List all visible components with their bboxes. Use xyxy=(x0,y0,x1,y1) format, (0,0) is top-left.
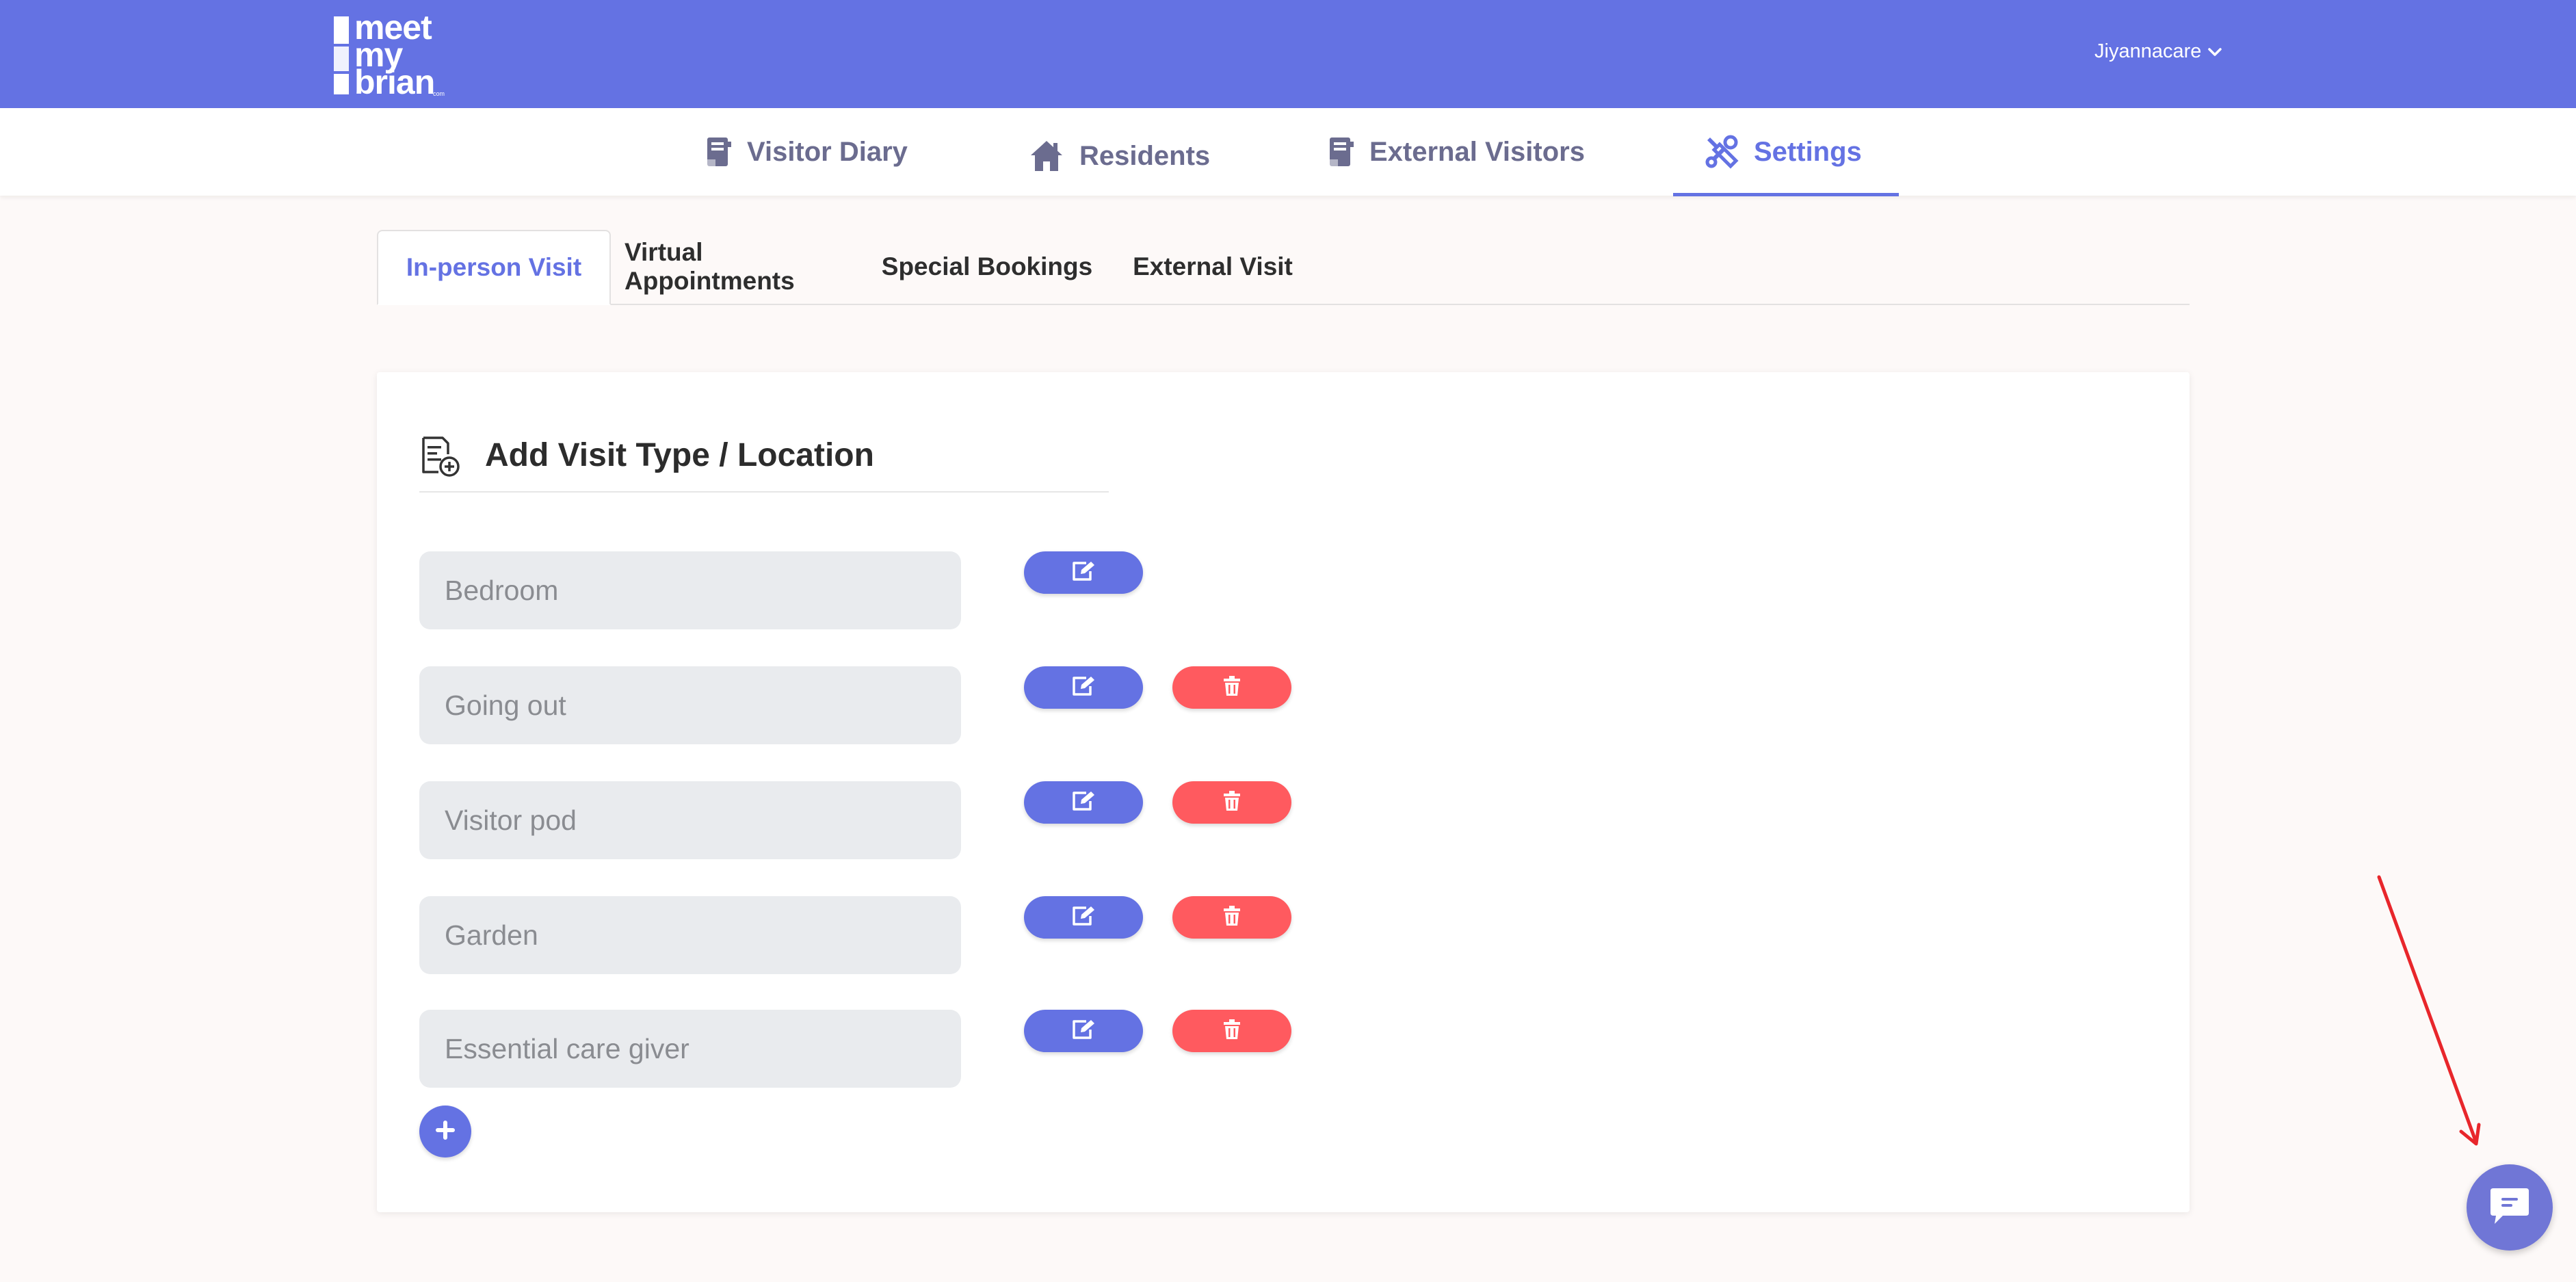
delete-button[interactable] xyxy=(1172,781,1291,824)
nav-label: Visitor Diary xyxy=(747,136,908,167)
edit-icon xyxy=(1071,905,1096,930)
visit-type-field[interactable]: Going out xyxy=(419,666,961,744)
active-nav-indicator xyxy=(1673,193,1899,196)
trash-icon xyxy=(1223,1019,1241,1043)
visit-type-row: Garden xyxy=(419,896,1291,974)
edit-button[interactable] xyxy=(1024,1010,1143,1052)
logo-small-text: com xyxy=(433,90,445,97)
nav-item-settings[interactable]: Settings xyxy=(1705,108,1862,196)
visit-type-card: Add Visit Type / Location Bedroom Going … xyxy=(377,372,2190,1212)
tab-in-person-visit[interactable]: In-person Visit xyxy=(377,230,611,305)
trash-icon xyxy=(1223,790,1241,815)
edit-icon xyxy=(1071,560,1096,586)
visit-type-row: Essential care giver xyxy=(419,1010,1291,1088)
visit-type-field[interactable]: Garden xyxy=(419,896,961,974)
add-visit-type-button[interactable] xyxy=(419,1106,471,1157)
nav-item-residents[interactable]: Residents xyxy=(1029,112,1210,200)
delete-button[interactable] xyxy=(1172,1010,1291,1052)
user-menu[interactable]: Jiyannacare xyxy=(2094,38,2222,65)
plus-icon xyxy=(436,1120,455,1143)
chat-widget-button[interactable] xyxy=(2467,1164,2553,1251)
edit-icon xyxy=(1071,675,1096,701)
top-bar: meet my brian com Jiyannacare xyxy=(0,0,2576,108)
tab-label: Special Bookings xyxy=(881,252,1093,280)
trash-icon xyxy=(1223,675,1241,700)
delete-button[interactable] xyxy=(1172,666,1291,709)
tab-external-visit[interactable]: External Visit xyxy=(1124,230,1302,304)
user-name: Jiyannacare xyxy=(2094,40,2202,62)
add-document-icon xyxy=(419,435,462,481)
visit-type-row: Bedroom xyxy=(419,551,1240,629)
card-header: Add Visit Type / Location xyxy=(419,435,1109,493)
visit-type-row: Visitor pod xyxy=(419,781,1291,859)
tab-special-bookings[interactable]: Special Bookings xyxy=(878,230,1096,304)
main-nav: Visitor Diary Residents External Visitor… xyxy=(0,108,2576,196)
edit-button[interactable] xyxy=(1024,551,1143,594)
nav-label: Residents xyxy=(1079,140,1211,171)
sub-tabs: In-person Visit Virtual Appointments Spe… xyxy=(377,230,2190,305)
diary-icon xyxy=(1328,136,1354,168)
edit-icon xyxy=(1071,1019,1096,1044)
annotation-arrow xyxy=(2377,875,2481,1146)
edit-icon xyxy=(1071,790,1096,815)
edit-button[interactable] xyxy=(1024,666,1143,709)
trash-icon xyxy=(1223,905,1241,930)
tab-virtual-appointments[interactable]: Virtual Appointments xyxy=(625,230,850,304)
chat-bubble-icon xyxy=(2488,1186,2532,1230)
tab-label: Virtual Appointments xyxy=(625,238,795,295)
nav-label: External Visitors xyxy=(1369,136,1585,167)
edit-button[interactable] xyxy=(1024,781,1143,824)
card-title: Add Visit Type / Location xyxy=(485,437,874,473)
brand-logo[interactable]: meet my brian com xyxy=(334,10,450,101)
home-icon xyxy=(1029,139,1064,173)
delete-button[interactable] xyxy=(1172,896,1291,939)
visit-type-field[interactable]: Essential care giver xyxy=(419,1010,961,1088)
visit-type-field[interactable]: Visitor pod xyxy=(419,781,961,859)
diary-icon xyxy=(706,136,732,168)
logo-word-3: brian xyxy=(354,63,435,101)
nav-item-visitor-diary[interactable]: Visitor Diary xyxy=(706,108,908,196)
nav-item-external-visitors[interactable]: External Visitors xyxy=(1328,108,1585,196)
nav-label: Settings xyxy=(1754,136,1862,167)
tab-label: In-person Visit xyxy=(406,253,582,281)
tools-icon xyxy=(1705,135,1739,169)
visit-type-row: Going out xyxy=(419,666,1291,744)
edit-button[interactable] xyxy=(1024,896,1143,939)
chevron-down-icon xyxy=(2208,40,2222,63)
visit-type-field[interactable]: Bedroom xyxy=(419,551,961,629)
tab-label: External Visit xyxy=(1133,252,1293,280)
